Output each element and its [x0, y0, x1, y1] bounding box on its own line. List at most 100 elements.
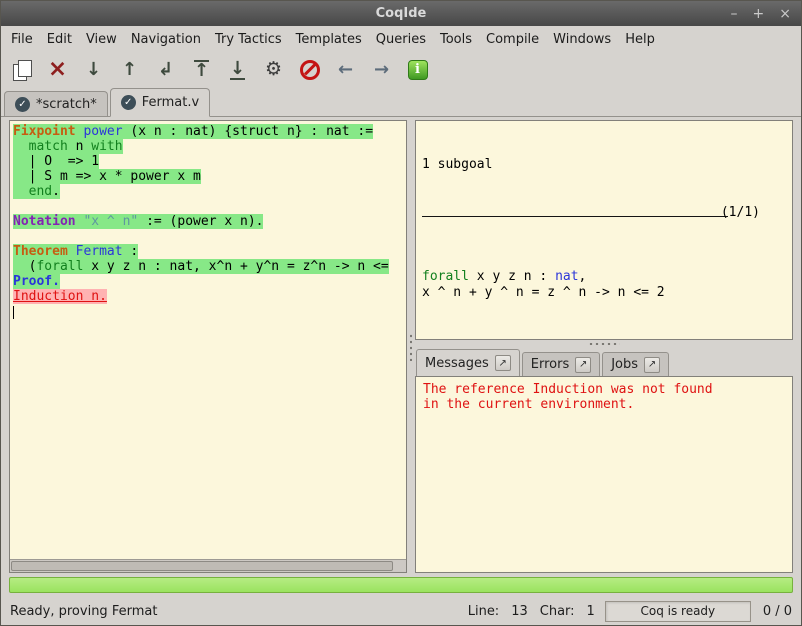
- menu-compile[interactable]: Compile: [479, 28, 546, 51]
- processed-region: Proof.: [13, 274, 60, 289]
- code-line[interactable]: match n with: [13, 139, 406, 154]
- goal-line: forall x y z n : nat,: [422, 269, 786, 285]
- maximize-button[interactable]: +: [753, 7, 765, 21]
- code-token: n: [68, 139, 91, 154]
- messages-view[interactable]: The reference Induction was not foundin …: [415, 376, 793, 573]
- code-token: (x n : nat) {struct n} : nat :=: [123, 124, 373, 139]
- console-tab-label: Messages: [425, 356, 489, 371]
- code-line[interactable]: | S m => x * power x m: [13, 169, 406, 184]
- restart-button[interactable]: ↑: [189, 57, 214, 82]
- menu-queries[interactable]: Queries: [369, 28, 433, 51]
- console-tab-messages[interactable]: Messages ↗: [416, 349, 520, 376]
- console-tab-errors[interactable]: Errors↗: [522, 352, 600, 376]
- interrupt-button[interactable]: [297, 57, 322, 82]
- step-backward-button[interactable]: ↑: [117, 57, 142, 82]
- vertical-splitter[interactable]: [407, 120, 415, 573]
- main-area: Fixpoint power (x n : nat) {struct n} : …: [1, 117, 801, 575]
- close-button[interactable]: ×: [779, 7, 791, 21]
- code-line[interactable]: Fixpoint power (x n : nat) {struct n} : …: [13, 124, 406, 139]
- right-column: 1 subgoal (1/1) forall x y z n : nat,x ^…: [415, 120, 793, 573]
- back-button[interactable]: ←: [333, 57, 358, 82]
- code-line[interactable]: [13, 229, 406, 244]
- char-value: 1: [587, 604, 595, 619]
- tab-scratch[interactable]: ✓ *scratch*: [4, 91, 108, 116]
- menu-tools[interactable]: Tools: [433, 28, 479, 51]
- titlebar[interactable]: CoqIde –+×: [1, 1, 801, 26]
- messages-detach-button[interactable]: ↗: [495, 355, 511, 371]
- forward-icon: →: [374, 61, 389, 79]
- goals-pane: 1 subgoal (1/1) forall x y z n : nat,x ^…: [415, 120, 793, 340]
- about-button[interactable]: i: [405, 57, 430, 82]
- step-forward-button[interactable]: ↓: [81, 57, 106, 82]
- code-token: (: [13, 259, 36, 274]
- code-token: forall: [422, 269, 469, 284]
- horizontal-splitter[interactable]: [415, 340, 793, 349]
- code-line[interactable]: | O => 1: [13, 154, 406, 169]
- menu-file[interactable]: File: [4, 28, 40, 51]
- step-backward-icon: ↑: [122, 61, 137, 79]
- restart-icon: ↑: [194, 60, 209, 80]
- script-pane: Fixpoint power (x n : nat) {struct n} : …: [9, 120, 407, 573]
- horizontal-scrollbar[interactable]: [10, 559, 406, 572]
- code-line[interactable]: [13, 304, 406, 319]
- code-token: nat: [555, 269, 578, 284]
- menu-windows[interactable]: Windows: [546, 28, 618, 51]
- console-tab-bar: Messages↗Errors↗Jobs↗: [415, 349, 793, 376]
- code-token: .: [52, 184, 60, 199]
- code-token: :: [123, 244, 139, 259]
- line-value: 13: [511, 604, 528, 619]
- code-line[interactable]: Notation "x ^ n" := (power x n).: [13, 214, 406, 229]
- goto-cursor-button[interactable]: ↲: [153, 57, 178, 82]
- forward-button[interactable]: →: [369, 57, 394, 82]
- tab-label: Fermat.v: [142, 95, 199, 110]
- new-page-button[interactable]: [9, 57, 34, 82]
- scrollbar-thumb[interactable]: [11, 561, 393, 571]
- minimize-button[interactable]: –: [731, 7, 738, 21]
- goal-rule-line: [422, 216, 728, 217]
- tab-fermat-v[interactable]: ✓Fermat.v: [110, 88, 210, 117]
- preferences-button[interactable]: ⚙: [261, 57, 286, 82]
- code-token: Theorem: [13, 244, 68, 259]
- menu-help[interactable]: Help: [618, 28, 662, 51]
- script-editor[interactable]: Fixpoint power (x n : nat) {struct n} : …: [10, 121, 406, 559]
- code-token: | O => 1: [13, 154, 99, 169]
- code-token: "x ^ n": [83, 214, 138, 229]
- menu-templates[interactable]: Templates: [289, 28, 369, 51]
- code-line[interactable]: end.: [13, 184, 406, 199]
- code-token: | S m => x * power x m: [13, 169, 201, 184]
- code-line[interactable]: [13, 199, 406, 214]
- tab-bar: ✓ *scratch* ✓Fermat.v: [1, 87, 801, 117]
- code-line[interactable]: Proof.: [13, 274, 406, 289]
- errors-detach-button[interactable]: ↗: [575, 357, 591, 373]
- code-token: Proof.: [13, 274, 60, 289]
- code-line[interactable]: Theorem Fermat :: [13, 244, 406, 259]
- code-line[interactable]: Induction n.: [13, 289, 406, 304]
- progress-bar: [9, 577, 793, 593]
- code-token: := (power x n).: [138, 214, 263, 229]
- tab-label: *scratch*: [36, 97, 97, 112]
- stop-button[interactable]: ×: [45, 57, 70, 82]
- processed-region: | S m => x * power x m: [13, 169, 201, 184]
- menu-view[interactable]: View: [79, 28, 124, 51]
- jobs-detach-button[interactable]: ↗: [644, 357, 660, 373]
- code-token: match: [29, 139, 68, 154]
- code-token: x y z n : nat, x^n + y^n = z^n -> n <=: [83, 259, 388, 274]
- message-line: The reference Induction was not found: [423, 382, 785, 397]
- preferences-icon: ⚙: [265, 60, 282, 79]
- run-to-end-icon: ↓: [230, 60, 245, 80]
- menu-navigation[interactable]: Navigation: [124, 28, 208, 51]
- code-line[interactable]: (forall x y z n : nat, x^n + y^n = z^n -…: [13, 259, 406, 274]
- processed-region: Theorem Fermat :: [13, 244, 138, 259]
- stop-icon: ×: [48, 58, 67, 81]
- processed-check-icon: ✓: [15, 97, 30, 112]
- console-panel: Messages↗Errors↗Jobs↗ The reference Indu…: [415, 349, 793, 573]
- menu-try-tactics[interactable]: Try Tactics: [208, 28, 289, 51]
- error-region: Induction n.: [13, 289, 107, 304]
- menu-edit[interactable]: Edit: [40, 28, 79, 51]
- back-icon: ←: [338, 61, 353, 79]
- coqide-window: CoqIde –+× FileEditViewNavigationTry Tac…: [0, 0, 802, 626]
- console-tab-jobs[interactable]: Jobs↗: [602, 352, 669, 376]
- run-to-end-button[interactable]: ↓: [225, 57, 250, 82]
- goal-line: x ^ n + y ^ n = z ^ n -> n <= 2: [422, 285, 786, 301]
- code-token: [68, 244, 76, 259]
